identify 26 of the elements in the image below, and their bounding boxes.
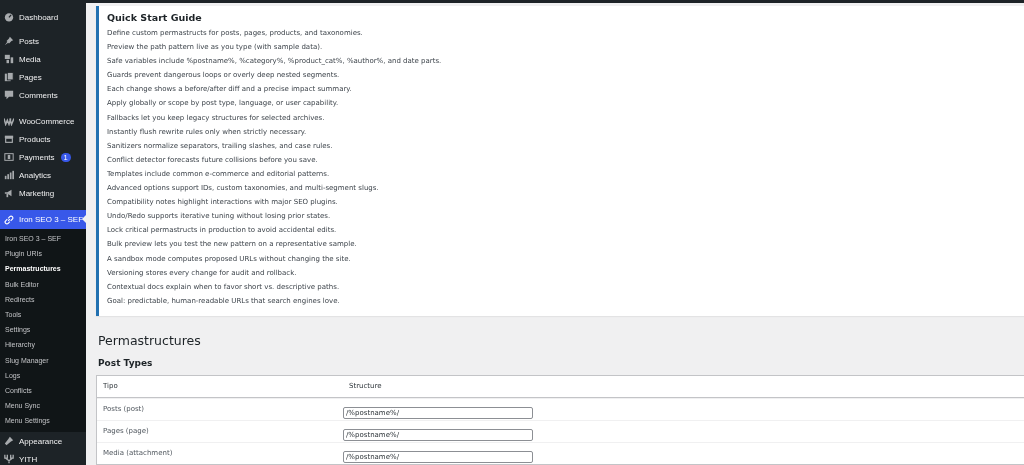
menu-item[interactable]: WooCommerce — [0, 112, 86, 130]
speech-bubble-icon — [4, 90, 14, 100]
menu-item[interactable]: Products — [0, 130, 86, 148]
notice-title: Quick Start Guide — [107, 11, 203, 25]
pin-icon — [4, 36, 14, 46]
bar-chart-icon — [4, 170, 14, 180]
brush-icon — [4, 436, 14, 447]
menu-item[interactable]: Media — [0, 50, 86, 68]
dashboard-icon — [4, 12, 14, 22]
menu-item[interactable]: Marketing — [0, 184, 86, 202]
menu-item[interactable]: Appearance — [0, 432, 86, 451]
menu-item[interactable]: Dashboard — [0, 8, 86, 26]
megaphone-icon — [4, 188, 14, 198]
menu-item[interactable]: Analytics — [0, 166, 86, 184]
media-icon — [4, 54, 14, 64]
menu-item[interactable]: YITH — [0, 450, 86, 465]
pages-icon — [4, 72, 14, 82]
w-logo-icon — [4, 116, 14, 126]
page-heading: Permastructures — [98, 332, 202, 349]
link-icon — [4, 214, 14, 225]
box-icon — [4, 134, 14, 144]
menu-item[interactable]: Comments — [0, 86, 86, 104]
menu-item[interactable]: Iron SEO 3 – SEF — [0, 210, 86, 229]
menu-item[interactable]: Posts — [0, 32, 86, 50]
menu-item[interactable]: Pages — [0, 68, 86, 86]
section-heading: Post Types — [98, 356, 154, 369]
